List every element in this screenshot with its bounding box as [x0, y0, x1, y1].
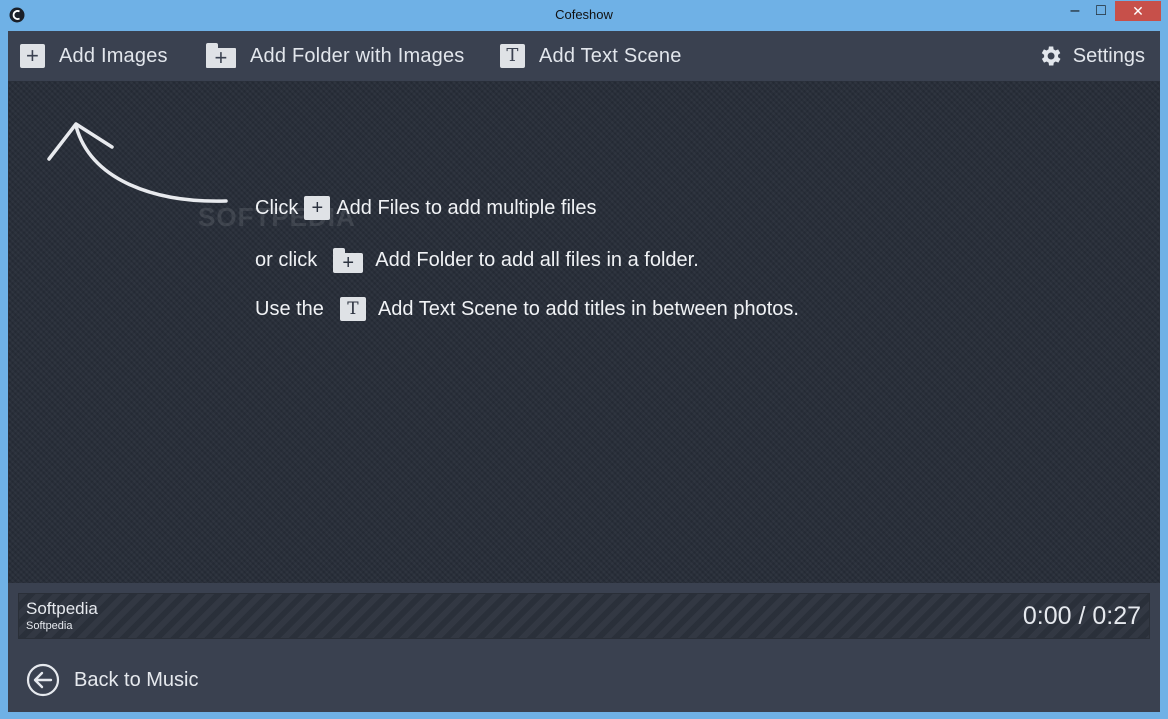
app-client-area: + Add Images + Add Folder with Images T …	[8, 31, 1160, 712]
hint-line2-prefix: or click	[255, 248, 318, 271]
folder-plus-icon: +	[206, 43, 236, 69]
text-icon: T	[339, 297, 366, 321]
settings-label: Settings	[1072, 44, 1145, 67]
minimize-button[interactable]: ‒	[1062, 1, 1088, 21]
track-time: 0:00 / 0:27	[1022, 602, 1141, 630]
bottom-panel: Softpedia Softpedia 0:00 / 0:27 Back to …	[8, 583, 1160, 712]
folder-plus-icon: +	[333, 248, 364, 274]
title-bar[interactable]: Cofeshow ‒ □ ✕	[0, 0, 1168, 31]
add-images-button[interactable]: + Add Images	[20, 43, 168, 69]
add-folder-button[interactable]: + Add Folder with Images	[206, 43, 465, 69]
back-arrow-icon	[26, 663, 60, 697]
hint-line3-prefix: Use the	[255, 297, 324, 320]
back-to-music-button[interactable]: Back to Music	[26, 663, 198, 697]
music-track-bar[interactable]: Softpedia Softpedia 0:00 / 0:27	[18, 593, 1150, 639]
hint-line1-prefix: Click	[255, 196, 299, 219]
app-window: Cofeshow ‒ □ ✕ + Add Images + Add Folder…	[0, 0, 1168, 719]
hint-line-add-folder: or click + Add Folder to add all files i…	[255, 247, 699, 274]
plus-icon: +	[304, 196, 331, 220]
hint-line-add-text: Use the T Add Text Scene to add titles i…	[255, 297, 799, 321]
toolbar: + Add Images + Add Folder with Images T …	[8, 31, 1160, 81]
maximize-button[interactable]: □	[1088, 1, 1114, 21]
settings-button[interactable]: Settings	[1037, 43, 1145, 69]
add-images-label: Add Images	[59, 44, 168, 67]
hint-line2-suffix: Add Folder to add all files in a folder.	[375, 248, 699, 271]
add-folder-label: Add Folder with Images	[250, 44, 465, 67]
gear-icon	[1041, 46, 1061, 66]
add-text-scene-label: Add Text Scene	[539, 44, 682, 67]
close-button[interactable]: ✕	[1115, 1, 1161, 21]
track-title: Softpedia	[26, 599, 98, 618]
hint-line-add-files: Click + Add Files to add multiple files	[255, 196, 596, 220]
text-icon: T	[500, 44, 525, 68]
track-artist: Softpedia	[26, 620, 73, 632]
window-title: Cofeshow	[555, 7, 613, 22]
add-text-scene-button[interactable]: T Add Text Scene	[500, 43, 682, 69]
plus-icon: +	[20, 44, 45, 68]
back-to-music-label: Back to Music	[74, 668, 199, 691]
hint-line1-suffix: Add Files to add multiple files	[336, 196, 597, 219]
hint-line3-suffix: Add Text Scene to add titles in between …	[377, 297, 799, 320]
slideshow-stage[interactable]: SOFTPEDIA Click + Add Files to add multi…	[8, 81, 1160, 583]
